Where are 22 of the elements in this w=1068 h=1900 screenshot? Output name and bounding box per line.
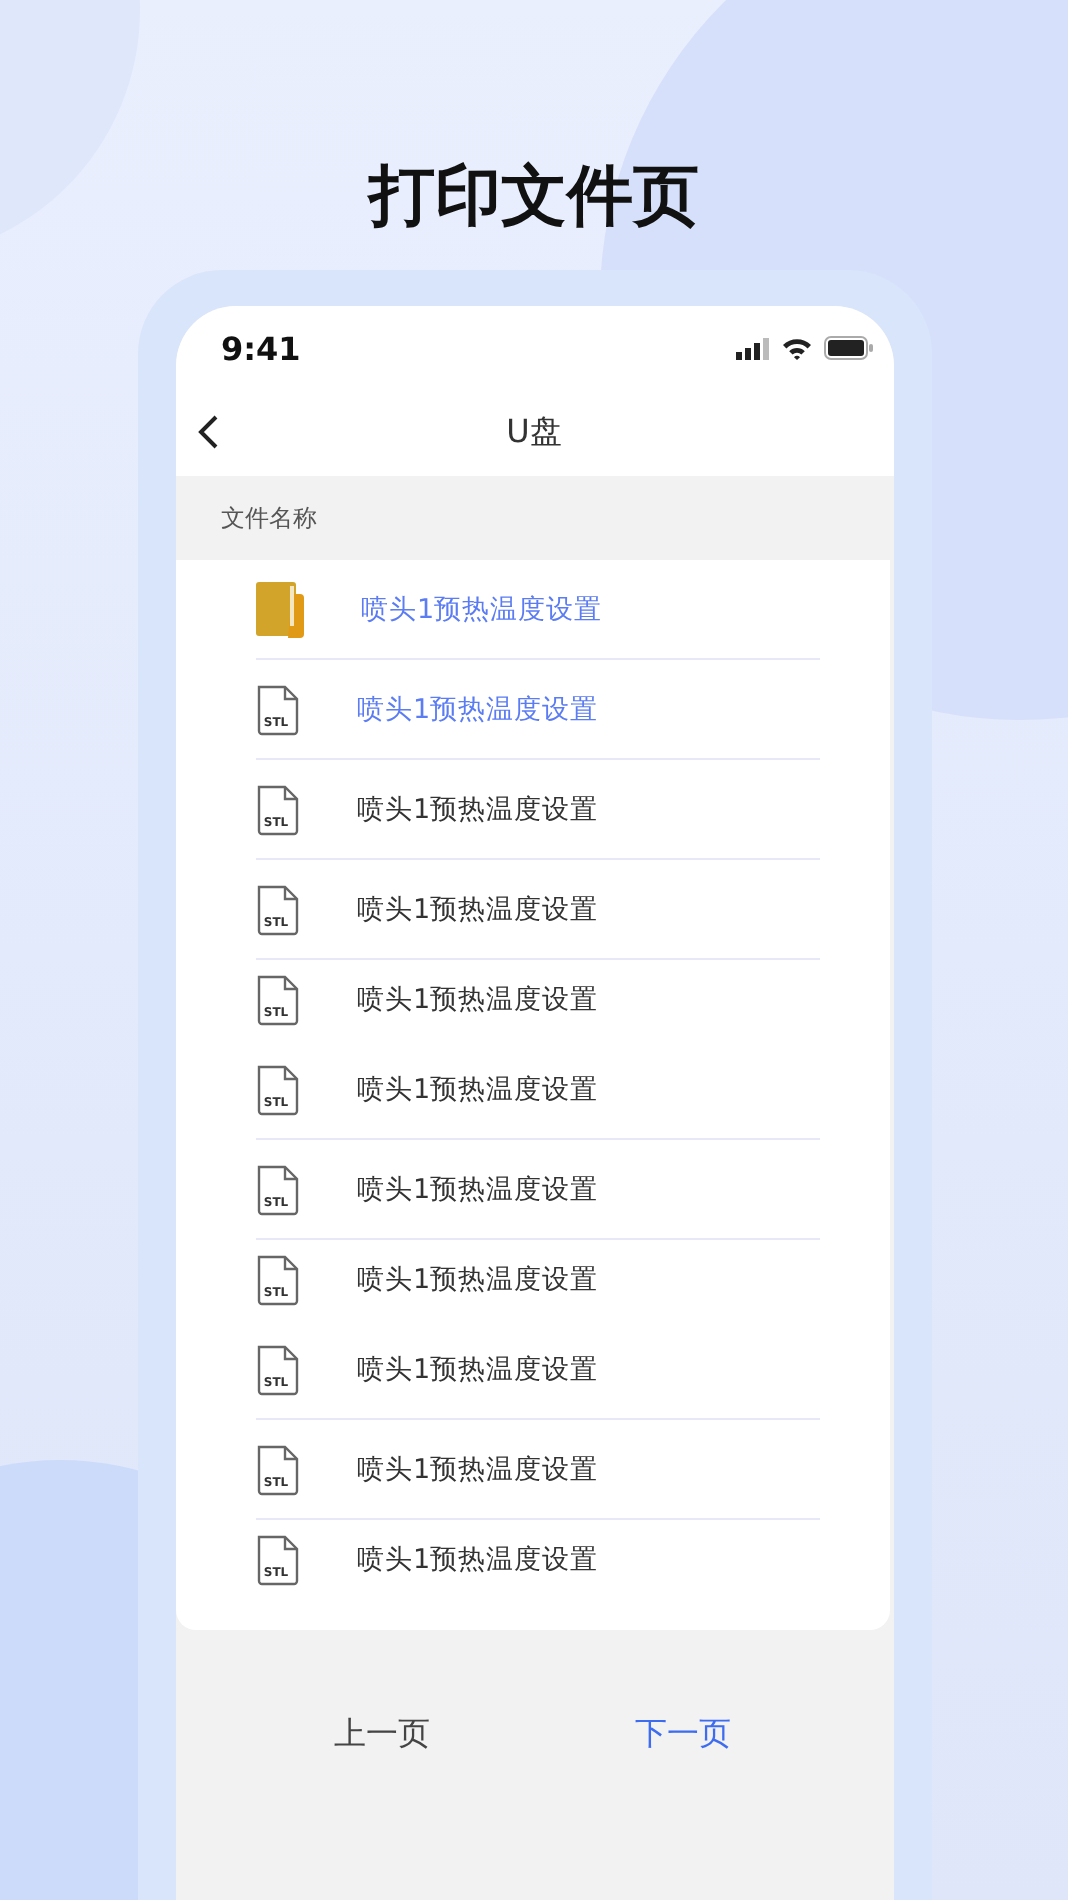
file-name[interactable]: 喷头1预热温度设置 <box>357 691 599 727</box>
file-name[interactable]: 喷头1预热温度设置 <box>357 1451 599 1487</box>
nav-title: U盘 <box>506 412 562 454</box>
signal-icon <box>735 337 769 359</box>
file-name[interactable]: 喷头1预热温度设置 <box>357 1351 599 1387</box>
file-name[interactable]: 喷头1预热温度设置 <box>357 1171 599 1207</box>
file-name[interactable]: 喷头1预热温度设置 <box>361 591 603 627</box>
file-name[interactable]: 喷头1预热温度设置 <box>357 891 599 927</box>
folder-icon <box>255 581 303 637</box>
page-button[interactable]: 下一页 <box>626 1710 739 1760</box>
file-name[interactable]: 喷头1预热温度设置 <box>357 791 599 827</box>
status-time: 9:41 <box>221 329 301 367</box>
file-name[interactable]: 喷头1预热温度设置 <box>357 982 599 1018</box>
wifi-icon <box>781 337 811 359</box>
file-name[interactable]: 喷头1预热温度设置 <box>357 1542 599 1578</box>
page-button[interactable]: 上一页 <box>325 1710 438 1760</box>
battery-icon <box>823 336 873 360</box>
page-title: 打印文件页 <box>369 154 699 238</box>
file-name[interactable]: 喷头1预热温度设置 <box>357 1262 599 1298</box>
back-chevron-icon <box>195 414 219 450</box>
file-name[interactable]: 喷头1预热温度设置 <box>357 1071 599 1107</box>
column-header: 文件名称 <box>221 501 317 535</box>
